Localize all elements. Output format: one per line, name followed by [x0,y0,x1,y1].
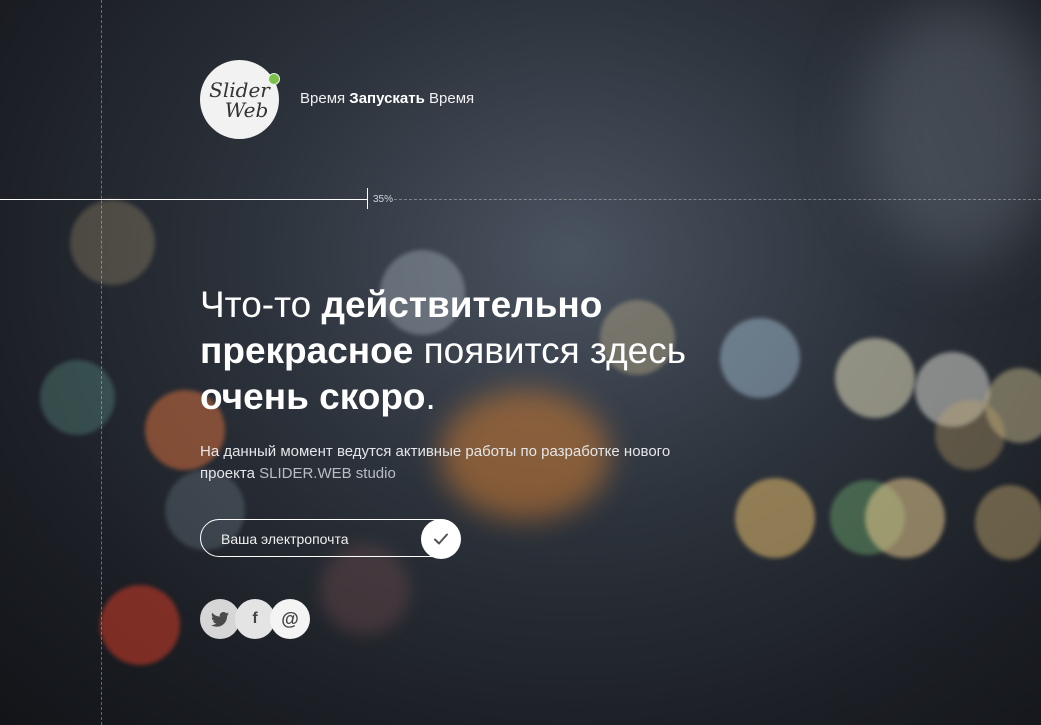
submit-button[interactable] [421,519,461,559]
headline-part6: . [425,376,436,417]
logo[interactable]: Slider Web [200,60,279,139]
progress-bar-remaining [394,199,1041,200]
tagline-word3: Время [429,90,475,107]
guide-line-vertical [101,0,102,725]
tagline-word2: Запускать [349,90,425,107]
facebook-icon: f [252,610,258,627]
headline-line2: прекрасное появится здесь [200,328,686,374]
twitter-button[interactable] [200,599,240,639]
twitter-icon [211,611,229,627]
logo-text-line1: Slider [209,77,270,102]
at-icon: @ [281,608,299,629]
progress-bar-fill [0,199,368,200]
headline-part3: прекрасное [200,330,414,371]
headline-line3: очень скоро. [200,374,686,420]
email-input[interactable] [221,529,411,549]
page: Slider Web Время Запускать Время 35% Что… [0,0,1041,725]
tagline-word1: Время [300,90,346,107]
description: На данный момент ведутся активные работы… [200,441,720,485]
progress-label: 35% [373,194,394,205]
headline-part5: очень скоро [200,376,426,417]
logo-accent-dot [268,73,280,85]
logo-text-line2: Web [224,97,269,122]
email-share-button[interactable]: @ [270,599,310,639]
studio-name: SLIDER.WEB studio [259,465,396,482]
headline-part2: действительно [321,284,603,325]
headline-line1: Что-то действительно [200,282,686,328]
checkmark-icon [434,533,448,545]
headline-part1: Что-то [200,284,322,325]
facebook-button[interactable]: f [235,599,275,639]
headline-part4: появится здесь [413,330,687,371]
headline: Что-то действительно прекрасное появится… [200,282,686,420]
tagline: Время Запускать Время [300,90,474,107]
progress-bar-marker [367,188,368,209]
